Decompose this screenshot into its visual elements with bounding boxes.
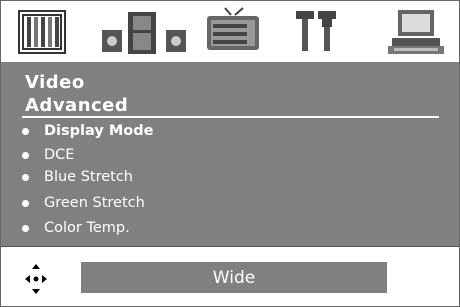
menu-item-blue-stretch[interactable]: Blue Stretch bbox=[22, 167, 422, 187]
computer-icon[interactable] bbox=[388, 8, 444, 60]
bullet-icon bbox=[22, 127, 29, 135]
menu-item-green-stretch[interactable]: Green Stretch bbox=[22, 193, 422, 213]
bullet-icon bbox=[22, 151, 29, 159]
title-divider bbox=[22, 116, 439, 118]
tv-icon[interactable] bbox=[205, 6, 261, 58]
menu-item-dce[interactable]: DCE bbox=[22, 145, 422, 165]
menu-item-label: Green Stretch bbox=[44, 195, 145, 211]
menu-item-display-mode[interactable]: Display Mode bbox=[22, 121, 422, 141]
bullet-icon bbox=[22, 199, 29, 207]
footer-divider bbox=[0, 246, 460, 247]
video-stripes-icon[interactable] bbox=[18, 10, 66, 58]
four-way-arrows-icon bbox=[24, 262, 48, 300]
menu-title: Video bbox=[25, 72, 85, 93]
menu-item-label: Color Temp. bbox=[44, 220, 130, 236]
menu-subtitle: Advanced bbox=[25, 95, 129, 116]
tools-icon[interactable] bbox=[294, 9, 340, 59]
menu-icon-bar bbox=[0, 0, 460, 62]
menu-item-label: DCE bbox=[44, 147, 75, 163]
menu-item-label: Blue Stretch bbox=[44, 169, 133, 185]
current-value-display[interactable]: Wide bbox=[81, 262, 387, 293]
bullet-icon bbox=[22, 224, 29, 232]
bullet-icon bbox=[22, 173, 29, 181]
current-value-label: Wide bbox=[212, 267, 256, 288]
menu-item-color-temp[interactable]: Color Temp. bbox=[22, 218, 422, 238]
audio-speakers-icon[interactable] bbox=[100, 10, 190, 60]
menu-item-label: Display Mode bbox=[44, 123, 154, 139]
